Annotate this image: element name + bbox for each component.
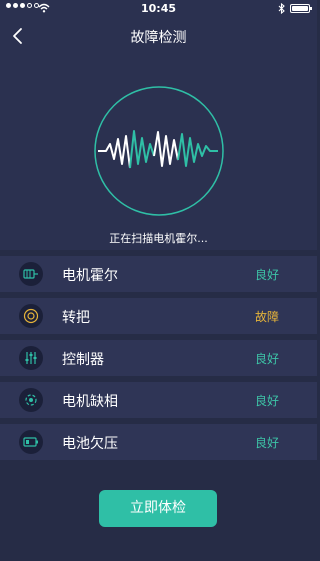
status-badge: 良好 — [254, 268, 279, 282]
status-time: 10:45 — [140, 2, 176, 15]
list-item-label: 电池欠压 — [62, 436, 118, 452]
list-item-label: 电机缺相 — [62, 394, 118, 410]
waveform-line-accent — [129, 130, 155, 169]
list-item-throttle[interactable]: 转把 故障 — [0, 298, 317, 334]
scan-status-text: 正在扫描电机霍尔... — [109, 232, 208, 245]
waveform-line — [98, 135, 131, 169]
page-title: 故障检测 — [130, 30, 187, 46]
start-check-button[interactable]: 立即体检 — [99, 490, 217, 527]
list-item-controller[interactable]: 控制器 良好 — [0, 340, 317, 376]
waveform-scan-graphic — [94, 86, 224, 216]
throttle-icon — [19, 304, 43, 328]
status-bar: 10:45 — [0, 0, 317, 18]
status-badge: 故障 — [254, 310, 279, 324]
nav-bar: 故障检测 — [0, 18, 317, 54]
battery-icon — [19, 430, 43, 454]
waveform-line-mid — [153, 131, 179, 167]
status-badge: 良好 — [254, 352, 279, 366]
list-item-label: 电机霍尔 — [62, 268, 118, 284]
list-item-motor-hall[interactable]: 电机霍尔 良好 — [0, 256, 317, 292]
waveform-line-right — [177, 133, 218, 167]
list-item-label: 转把 — [62, 310, 90, 326]
status-badge: 良好 — [254, 394, 279, 408]
phase-icon — [19, 388, 43, 412]
list-item-battery-undervoltage[interactable]: 电池欠压 良好 — [0, 424, 317, 460]
list-item-label: 控制器 — [62, 352, 104, 368]
controller-icon — [19, 346, 43, 370]
list-item-phase-loss[interactable]: 电机缺相 良好 — [0, 382, 317, 418]
motor-icon — [19, 262, 43, 286]
bluetooth-icon — [278, 3, 285, 14]
status-badge: 良好 — [254, 436, 279, 450]
battery-status-icon — [290, 4, 312, 13]
